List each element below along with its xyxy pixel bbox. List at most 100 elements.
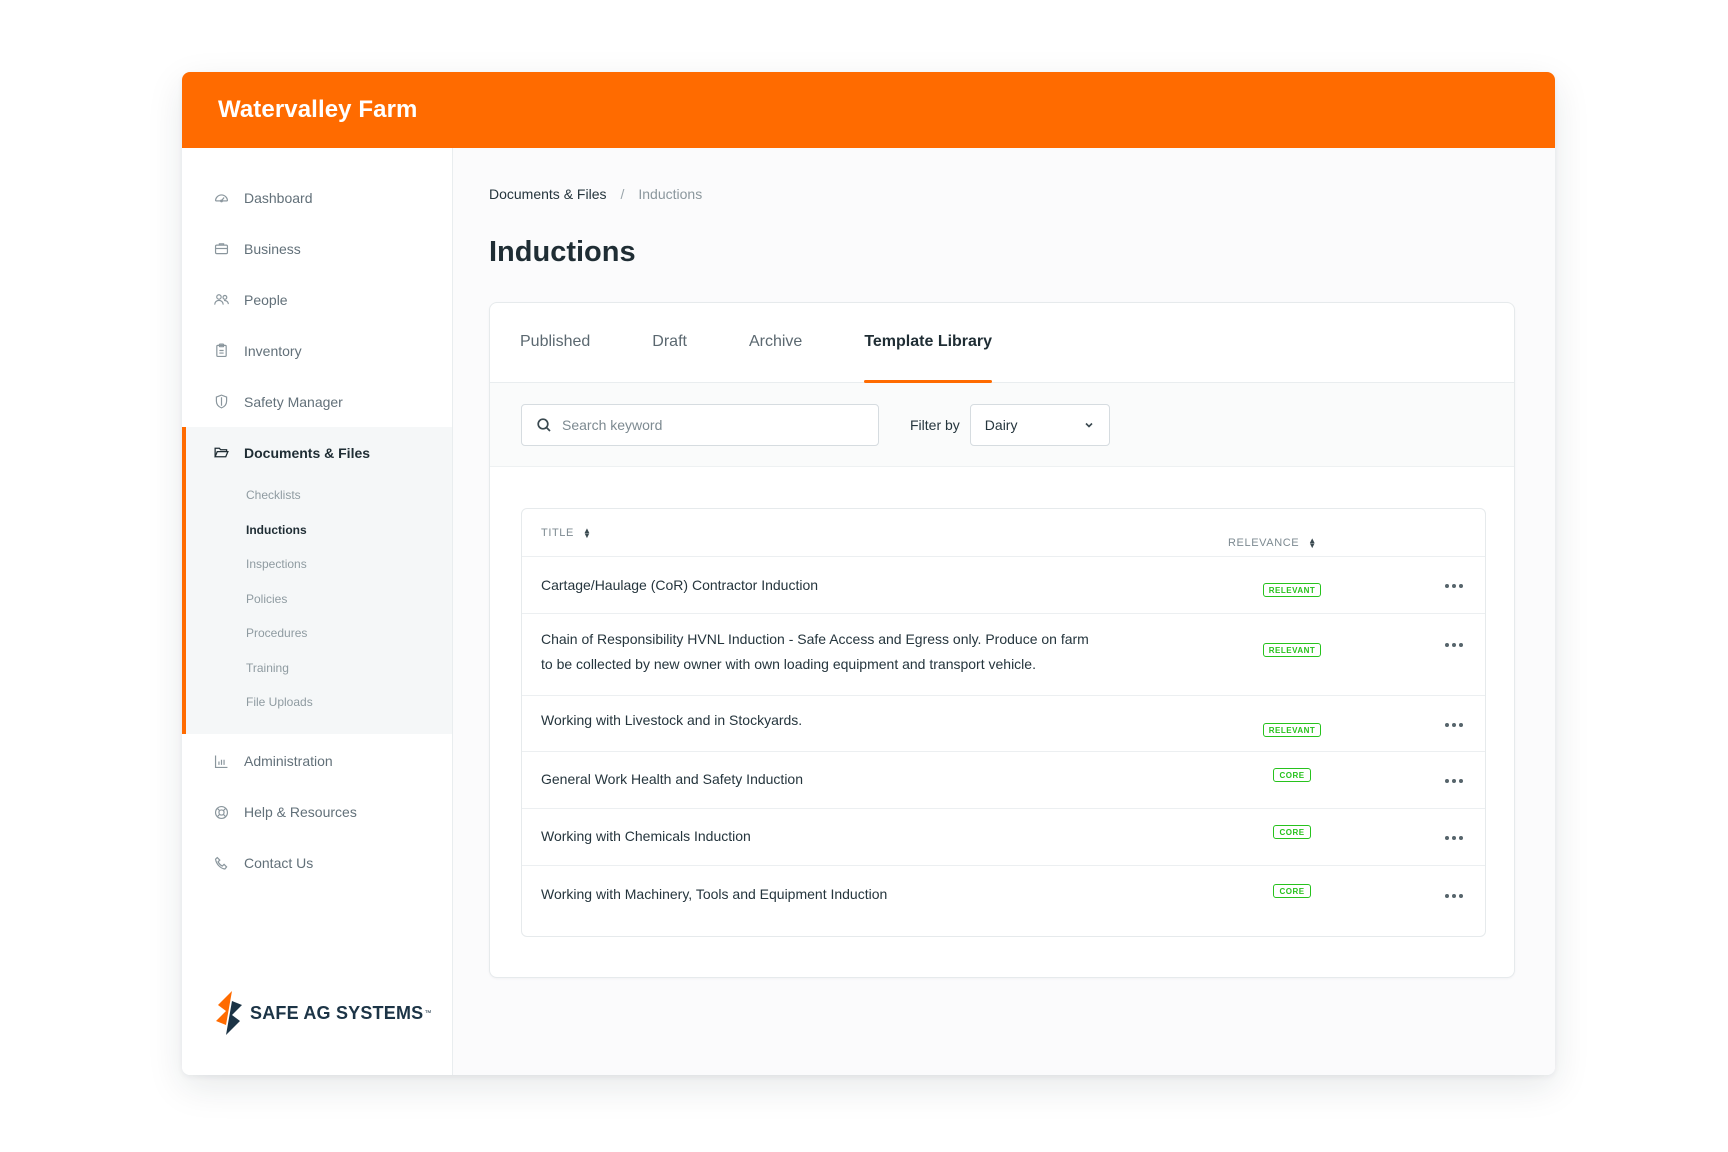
- main-content: Documents & Files / Inductions Induction…: [453, 148, 1555, 1075]
- tab-archive[interactable]: Archive: [749, 302, 802, 382]
- trademark-mark: ™: [424, 1009, 432, 1017]
- sidebar-item-inventory[interactable]: Inventory: [182, 325, 452, 376]
- brand-logo: SAFE AG SYSTEMS ™: [212, 989, 431, 1037]
- more-horizontal-icon: [1445, 836, 1463, 840]
- sidebar-subitem-inspections[interactable]: Inspections: [186, 547, 452, 582]
- chevron-down-icon: [1085, 422, 1093, 428]
- sidebar-item-label: People: [244, 291, 288, 308]
- row-title: Chain of Responsibility HVNL Induction -…: [541, 631, 1089, 672]
- column-header-relevance[interactable]: RELEVANCE ▲ ▼: [1228, 536, 1317, 550]
- row-title: Cartage/Haulage (CoR) Contractor Inducti…: [541, 577, 819, 593]
- sidebar-nav: Dashboard Business People Inventory Safe…: [182, 148, 452, 889]
- tab-published[interactable]: Published: [520, 302, 590, 382]
- row-relevance: RELEVANT: [1192, 583, 1392, 597]
- table-header: TITLE ▲ ▼ RELEVANCE ▲ ▼: [522, 509, 1485, 557]
- row-more-button[interactable]: [1445, 827, 1463, 843]
- sidebar-item-label: Administration: [244, 753, 333, 769]
- sidebar-item-administration[interactable]: Administration: [182, 736, 452, 787]
- sidebar-subitem-policies[interactable]: Policies: [186, 582, 452, 617]
- folder-open-icon: [212, 444, 230, 462]
- briefcase-icon: [212, 240, 230, 258]
- sidebar-item-contact-us[interactable]: Contact Us: [182, 838, 452, 889]
- more-horizontal-icon: [1445, 723, 1463, 727]
- top-bar: Watervalley Farm: [182, 72, 1555, 148]
- sidebar-subitem-inductions[interactable]: Inductions: [186, 513, 452, 548]
- sidebar-subitem-training[interactable]: Training: [186, 651, 452, 686]
- filter-select-value: Dairy: [984, 416, 1018, 433]
- row-title: Working with Machinery, Tools and Equipm…: [541, 886, 888, 902]
- row-relevance: RELEVANT: [1192, 723, 1392, 737]
- row-more-button[interactable]: [1445, 575, 1463, 591]
- app-window: Watervalley Farm Dashboard Business Peop…: [182, 72, 1555, 1075]
- sidebar-item-label: Safety Manager: [244, 393, 343, 410]
- sidebar-item-people[interactable]: People: [182, 274, 452, 325]
- more-horizontal-icon: [1445, 894, 1463, 898]
- phone-icon: [212, 854, 230, 872]
- row-more-button[interactable]: [1445, 770, 1463, 786]
- tab-draft[interactable]: Draft: [652, 302, 687, 382]
- page-title: Inductions: [489, 236, 636, 268]
- more-horizontal-icon: [1445, 779, 1463, 783]
- filter-label: Filter by: [910, 416, 960, 433]
- sort-icon: ▲ ▼: [1308, 536, 1317, 550]
- brand-name: SAFE AG SYSTEMS: [250, 1002, 424, 1023]
- tab-template-library[interactable]: Template Library: [864, 302, 992, 383]
- column-header-title[interactable]: TITLE ▲ ▼: [541, 526, 592, 540]
- search-icon: [537, 417, 551, 432]
- row-relevance: RELEVANT: [1192, 643, 1392, 657]
- sidebar-subitem-file-uploads[interactable]: File Uploads: [186, 685, 452, 720]
- sidebar-item-documents-files[interactable]: Documents & Files: [186, 427, 452, 478]
- shield-icon: [212, 393, 230, 411]
- sidebar-item-label: Dashboard: [244, 189, 313, 206]
- row-relevance: CORE: [1192, 825, 1392, 839]
- sidebar-item-label: Help & Resources: [244, 804, 357, 820]
- row-more-button[interactable]: [1445, 714, 1463, 730]
- table-row[interactable]: Working with Chemicals Induction CORE: [522, 809, 1485, 866]
- sidebar-item-label: Inventory: [244, 342, 302, 359]
- table-row[interactable]: Chain of Responsibility HVNL Induction -…: [522, 614, 1485, 696]
- sidebar-item-safety-manager[interactable]: Safety Manager: [182, 376, 452, 427]
- status-badge: RELEVANT: [1262, 643, 1322, 657]
- row-relevance: CORE: [1192, 884, 1392, 898]
- more-horizontal-icon: [1445, 643, 1463, 647]
- status-badge: RELEVANT: [1262, 583, 1322, 597]
- breadcrumb-parent-link[interactable]: Documents & Files: [489, 186, 606, 202]
- breadcrumb: Documents & Files / Inductions: [489, 182, 1515, 206]
- sidebar-item-label: Contact Us: [244, 855, 314, 871]
- sidebar-item-help-resources[interactable]: Help & Resources: [182, 787, 452, 838]
- filter-toolbar: Filter by Dairy: [490, 383, 1514, 467]
- search-box: [521, 403, 879, 446]
- column-header-label: TITLE: [541, 527, 574, 539]
- status-badge: CORE: [1273, 884, 1311, 898]
- sidebar-item-label: Business: [244, 240, 301, 257]
- row-more-button[interactable]: [1445, 885, 1463, 901]
- table-row[interactable]: Working with Livestock and in Stockyards…: [522, 696, 1485, 752]
- table-row[interactable]: Working with Machinery, Tools and Equipm…: [522, 866, 1485, 936]
- breadcrumb-current: Inductions: [638, 186, 703, 202]
- row-more-button[interactable]: [1445, 634, 1463, 650]
- status-badge: CORE: [1273, 825, 1311, 839]
- speedometer-icon: [212, 189, 230, 207]
- sort-icon: ▲ ▼: [582, 526, 592, 540]
- more-horizontal-icon: [1445, 584, 1463, 588]
- table-row[interactable]: General Work Health and Safety Induction…: [522, 752, 1485, 809]
- farm-name: Watervalley Farm: [218, 96, 418, 123]
- status-badge: CORE: [1273, 768, 1311, 782]
- bar-chart-icon: [212, 752, 230, 770]
- safe-ag-logo-icon: [216, 991, 242, 1035]
- search-input[interactable]: [562, 416, 862, 433]
- sidebar-subitem-procedures[interactable]: Procedures: [186, 616, 452, 651]
- sidebar-subitem-checklists[interactable]: Checklists: [186, 478, 452, 513]
- column-header-label: RELEVANCE: [1228, 537, 1300, 549]
- lifebuoy-icon: [212, 803, 230, 821]
- status-badge: RELEVANT: [1262, 723, 1322, 737]
- row-relevance: CORE: [1192, 768, 1392, 782]
- table-row[interactable]: Cartage/Haulage (CoR) Contractor Inducti…: [522, 557, 1485, 614]
- tab-bar: Published Draft Archive Template Library: [490, 303, 1514, 383]
- filter-select[interactable]: Dairy: [969, 403, 1110, 446]
- sidebar-item-business[interactable]: Business: [182, 223, 452, 274]
- sidebar: Dashboard Business People Inventory Safe…: [182, 148, 453, 1075]
- inductions-card: Published Draft Archive Template Library…: [489, 302, 1515, 978]
- row-title: Working with Chemicals Induction: [541, 828, 751, 844]
- sidebar-item-dashboard[interactable]: Dashboard: [182, 172, 452, 223]
